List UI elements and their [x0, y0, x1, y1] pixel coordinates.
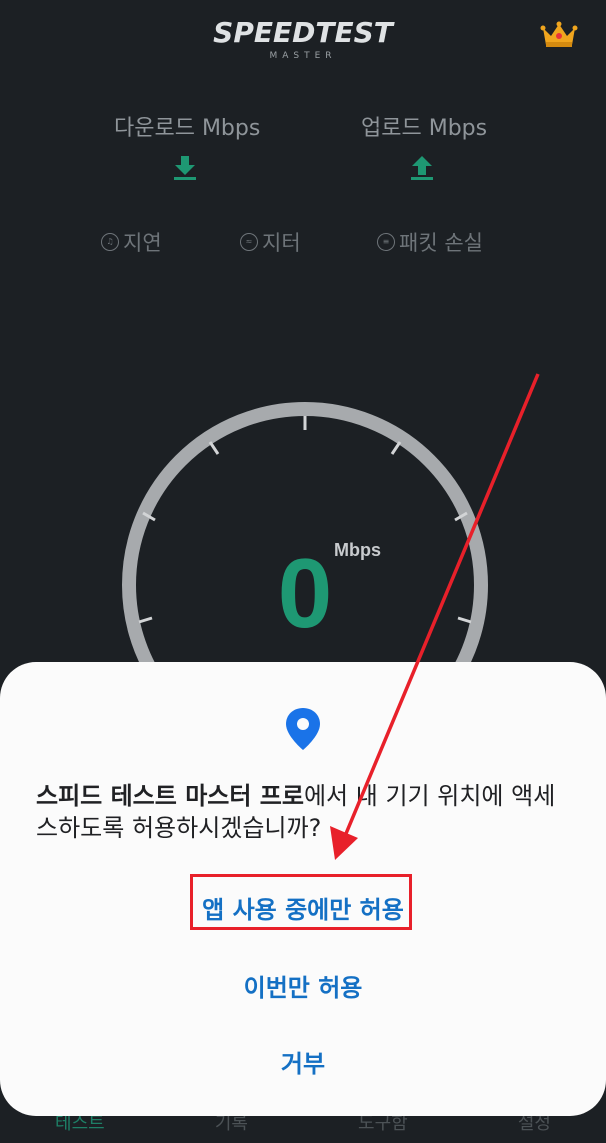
packet-loss-stat: ≡ 패킷 손실 [377, 227, 483, 257]
latency-icon: ♫ [101, 233, 119, 251]
upload-icon [411, 156, 433, 180]
svg-text:SPEEDTEST: SPEEDTEST [213, 16, 395, 49]
speedtest-master-logo: SPEEDTEST MASTER [213, 16, 395, 61]
jitter-icon: ≈ [240, 233, 258, 251]
annotation-highlight-box [190, 874, 412, 930]
download-label: 다운로드 Mbps [114, 116, 261, 141]
jitter-stat: ≈ 지터 [240, 227, 301, 257]
latency-label: 지연 [123, 231, 162, 255]
location-permission-dialog: 스피드 테스트 마스터 프로에서 내 기기 위치에 액세스하도록 허용하시겠습니… [0, 662, 606, 1116]
jitter-label: 지터 [262, 231, 301, 255]
svg-text:MASTER: MASTER [269, 51, 336, 61]
allow-only-this-time-button[interactable]: 이번만 허용 [0, 968, 606, 1003]
deny-button[interactable]: 거부 [0, 1044, 606, 1079]
packet-loss-label: 패킷 손실 [399, 231, 483, 255]
download-icon [174, 156, 196, 180]
speed-unit: Mbps [334, 540, 381, 560]
packet-loss-icon: ≡ [377, 233, 395, 251]
location-pin-icon [286, 708, 320, 750]
latency-stat: ♫ 지연 [101, 227, 162, 257]
permission-message: 스피드 테스트 마스터 프로에서 내 기기 위치에 액세스하도록 허용하시겠습니… [36, 780, 576, 844]
upload-label: 업로드 Mbps [361, 116, 488, 141]
crown-icon[interactable] [540, 20, 578, 50]
permission-app-name: 스피드 테스트 마스터 프로 [36, 782, 304, 810]
